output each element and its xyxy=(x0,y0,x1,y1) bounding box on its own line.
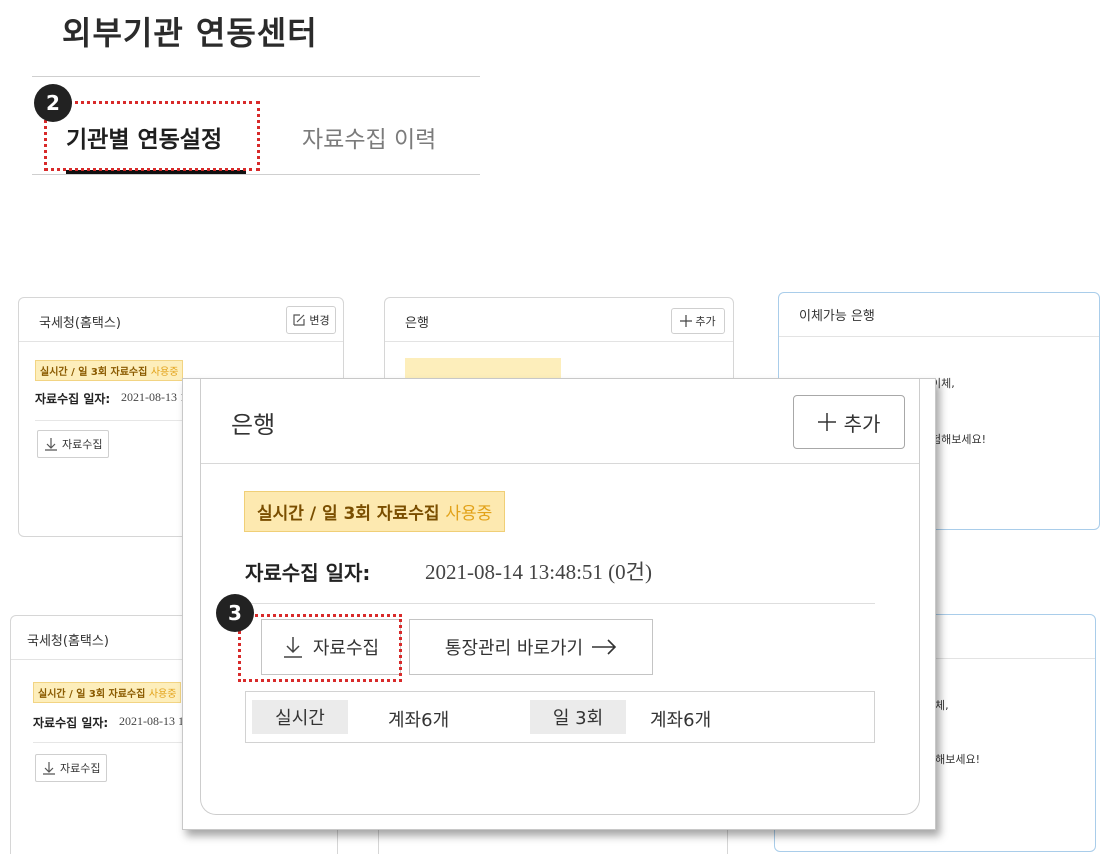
step-marker-2: 2 xyxy=(34,84,72,122)
step-marker-3: 3 xyxy=(216,594,254,632)
download-arrow-icon xyxy=(45,438,57,451)
badge-status-text: 사용중 xyxy=(148,689,177,700)
badge-main-text: 실시간 / 일 3회 자료수집 xyxy=(40,367,148,378)
download-arrow-icon xyxy=(43,762,55,775)
edit-icon xyxy=(293,314,305,326)
card-header: 이체가능 은행 xyxy=(779,293,1099,337)
tab-collection-history[interactable]: 자료수집 이력 xyxy=(302,120,436,154)
stat-value-daily: 계좌6개 xyxy=(650,710,712,731)
stat-value-realtime: 계좌6개 xyxy=(388,710,450,731)
edit-button-label: 변경 xyxy=(309,314,330,327)
badge-status-text: 사용중 xyxy=(445,504,493,524)
fetch-button-label: 자료수집 xyxy=(60,762,101,775)
collection-date-value: 2021-08-13 1 xyxy=(121,390,186,404)
goto-button-label: 통장관리 바로가기 xyxy=(444,638,584,659)
card-header-divider xyxy=(201,463,919,464)
collection-date-value: 2021-08-14 13:48:51 (0건) xyxy=(425,560,652,584)
highlight-box-tabs xyxy=(44,101,260,171)
badge-main-text: 실시간 / 일 3회 자료수집 xyxy=(38,689,146,700)
card-title: 국세청(홈택스) xyxy=(27,634,109,649)
fetch-data-button[interactable]: 자료수집 xyxy=(37,430,110,458)
badge-status-text: 사용중 xyxy=(150,367,179,378)
badge-main-text: 실시간 / 일 3회 자료수집 xyxy=(257,504,440,524)
bank-card-zoom: 은행 추가 실시간 / 일 3회 자료수집 사용중 자료수집 일자: 2021-… xyxy=(182,378,936,830)
collection-date-value: 2021-08-13 16 xyxy=(119,714,190,728)
right-arrow-icon xyxy=(592,639,617,655)
card-title: 국세청(홈택스) xyxy=(39,316,121,331)
add-button-label: 추가 xyxy=(695,315,716,328)
card-header: 국세청(홈택스) 변경 xyxy=(19,298,343,342)
card-title: 은행 xyxy=(405,316,429,331)
page-title: 외부기관 연동센터 xyxy=(62,14,318,52)
transfer-text-fragment: 체, xyxy=(935,699,949,712)
collection-date-label: 자료수집 일자: xyxy=(33,716,109,730)
status-badge: 실시간 / 일 3회 자료수집 사용중 xyxy=(33,682,182,703)
card-title: 이체가능 은행 xyxy=(799,309,875,324)
card-title: 은행 xyxy=(231,411,276,439)
collection-date-label: 자료수집 일자: xyxy=(245,561,371,585)
card-header: 은행 추가 xyxy=(385,298,733,342)
content-divider xyxy=(245,603,875,604)
account-management-shortcut-button[interactable]: 통장관리 바로가기 xyxy=(409,619,653,675)
stat-tag-realtime: 실시간 xyxy=(252,700,348,734)
add-button[interactable]: 추가 xyxy=(671,308,725,334)
tabs-divider xyxy=(32,174,480,175)
plus-icon xyxy=(817,413,836,431)
edit-button[interactable]: 변경 xyxy=(286,306,336,334)
status-badge-partial xyxy=(405,358,561,378)
fetch-button-label: 자료수집 xyxy=(62,438,103,451)
status-badge: 실시간 / 일 3회 자료수집 사용중 xyxy=(35,360,184,381)
stat-tag-daily: 일 3회 xyxy=(530,700,626,734)
fetch-data-button[interactable]: 자료수집 xyxy=(35,754,108,782)
collection-date-label: 자료수집 일자: xyxy=(35,392,111,406)
title-divider xyxy=(32,76,480,77)
add-button[interactable]: 추가 xyxy=(793,395,905,449)
transfer-text-fragment: 험해보세요! xyxy=(931,433,987,446)
add-button-label: 추가 xyxy=(843,411,881,436)
status-badge: 실시간 / 일 3회 자료수집 사용중 xyxy=(244,491,506,532)
plus-icon xyxy=(680,315,693,327)
account-stats-bar: 실시간 계좌6개 일 3회 계좌6개 xyxy=(245,691,875,743)
bank-card-frame: 은행 추가 실시간 / 일 3회 자료수집 사용중 자료수집 일자: 2021-… xyxy=(200,379,920,815)
highlight-box-fetch xyxy=(238,614,402,682)
